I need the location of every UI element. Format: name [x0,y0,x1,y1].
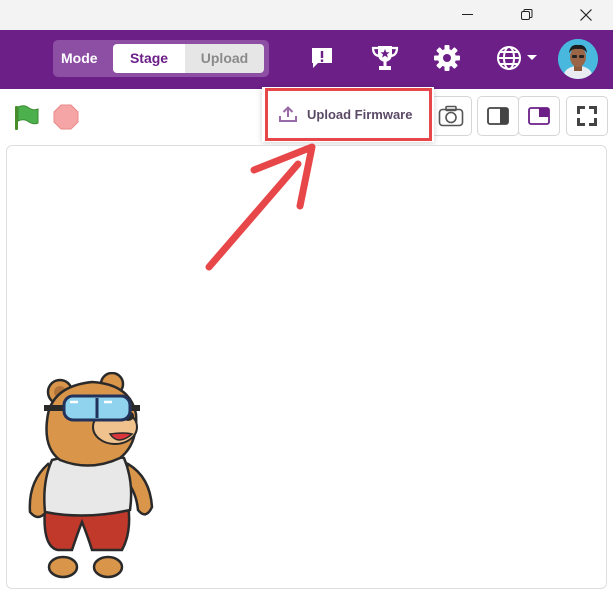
restore-icon [521,9,533,20]
camera-icon [438,105,464,127]
small-stage-button[interactable] [477,96,519,136]
globe-icon [496,46,521,70]
close-button[interactable] [563,0,609,30]
green-flag-icon[interactable] [12,104,40,132]
highlight-box [265,88,432,141]
mode-label: Mode [61,50,98,66]
trophy-icon [371,46,399,70]
fullscreen-icon [577,106,597,126]
minimize-icon [462,14,473,15]
small-stage-icon [487,107,509,125]
language-menu[interactable] [492,42,540,74]
gear-icon [434,45,460,71]
chevron-down-icon [526,55,537,60]
stop-icon[interactable] [53,104,79,130]
bear-sprite[interactable] [20,372,160,582]
large-stage-icon [528,107,550,125]
feedback-button[interactable] [306,42,338,74]
minimize-button[interactable] [445,0,491,30]
close-icon [580,9,592,21]
app-header: Mode Stage Upload [0,30,613,89]
feedback-icon [312,48,332,68]
large-stage-button[interactable] [518,96,560,136]
mode-switch: Mode Stage Upload [53,40,269,77]
restore-button[interactable] [504,0,550,30]
window-titlebar [0,0,613,30]
snapshot-button[interactable] [430,96,472,136]
trophy-button[interactable] [369,42,401,74]
mode-upload-tab[interactable]: Upload [185,44,264,73]
user-avatar-image [558,39,598,79]
mode-stage-tab[interactable]: Stage [113,44,185,73]
settings-button[interactable] [431,42,463,74]
avatar[interactable] [558,39,598,79]
fullscreen-button[interactable] [566,96,608,136]
